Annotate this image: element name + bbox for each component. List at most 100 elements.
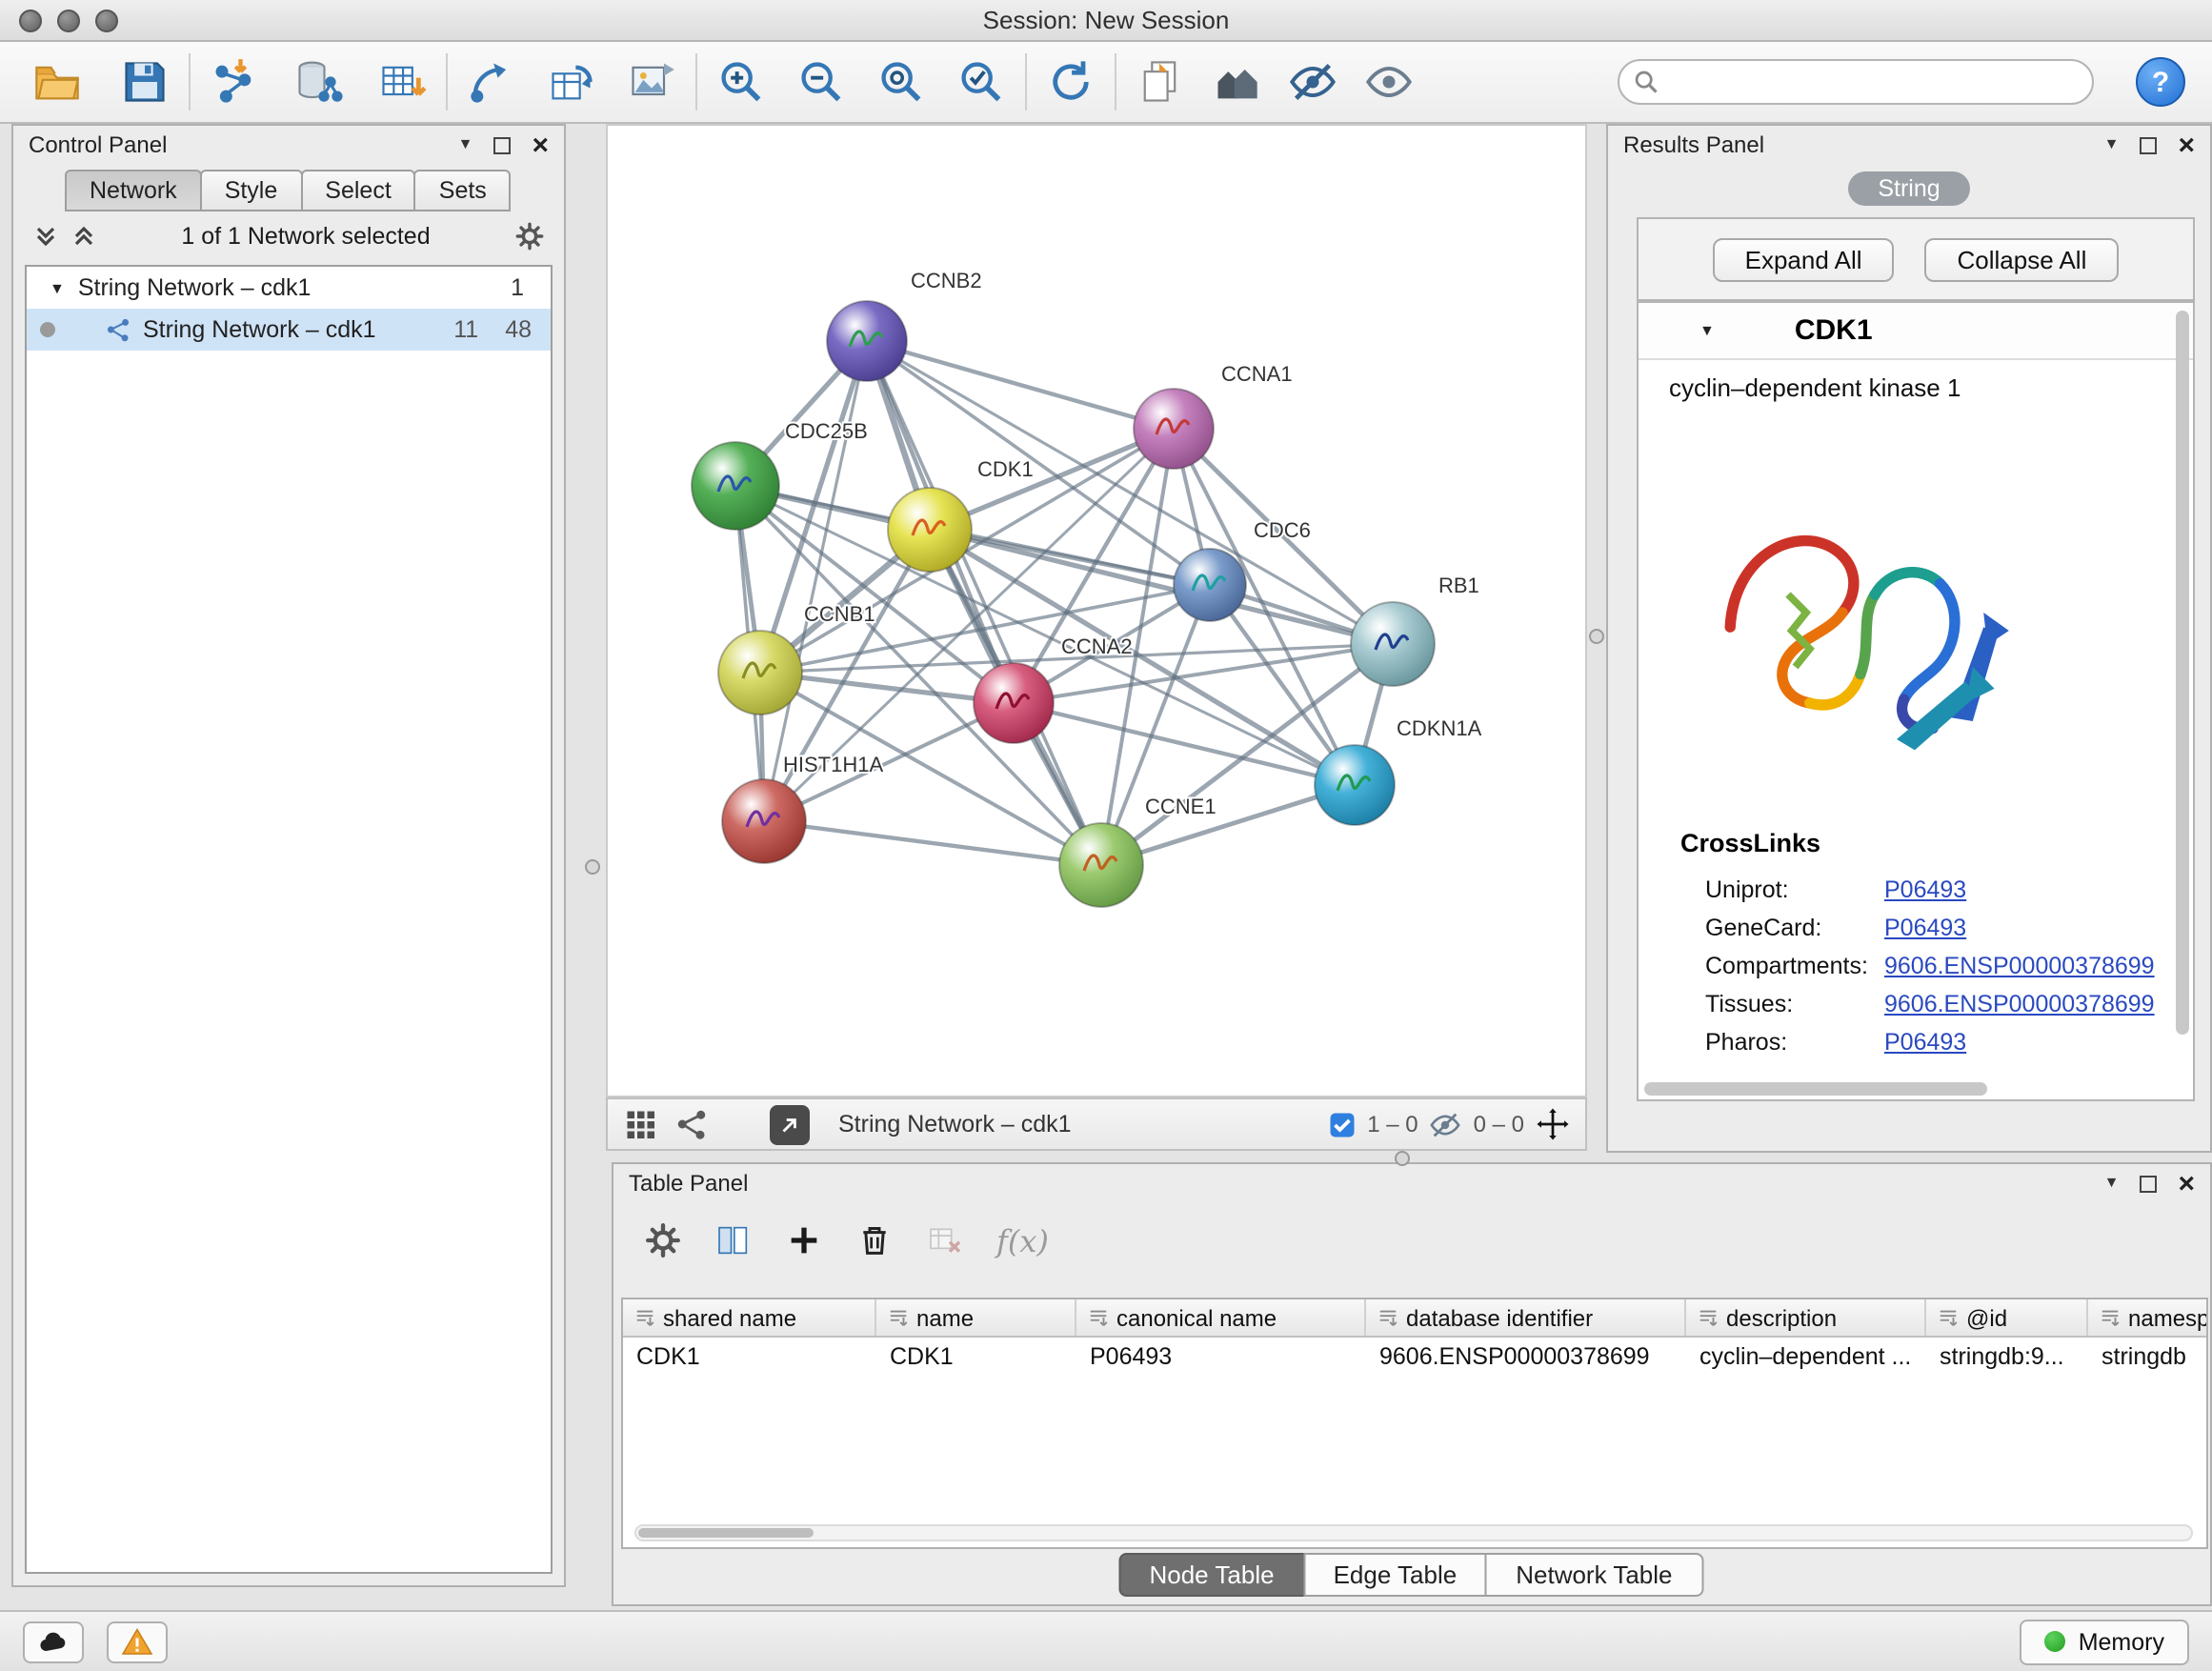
gene-header[interactable]: ▼ CDK1 (1639, 303, 2193, 360)
delete-icon[interactable] (855, 1221, 894, 1259)
add-column-icon[interactable] (714, 1221, 753, 1259)
expand-all-button[interactable]: Expand All (1713, 237, 1895, 281)
network-row-selected[interactable]: String Network – cdk1 11 48 (27, 309, 551, 351)
column-header-description[interactable]: description (1686, 1299, 1926, 1336)
crosslink-link[interactable]: 9606.ENSP00000378699 (1884, 953, 2155, 979)
import-network-file-icon[interactable] (204, 51, 265, 112)
network-graph[interactable]: CCNB2CCNA1CDC25BCDK1CDC6RB1CCNB1CCNA2CDK… (608, 126, 1585, 1096)
tab-style[interactable]: Style (200, 170, 303, 211)
tab-string[interactable]: String (1847, 171, 1970, 206)
network-node-CCNE1[interactable] (1059, 823, 1143, 907)
column-header-database-identifier[interactable]: database identifier (1366, 1299, 1686, 1336)
network-node-CDC25B[interactable] (692, 442, 779, 530)
network-node-CDKN1A[interactable] (1315, 745, 1395, 825)
network-edge-CCNE1-HIST1H1A[interactable] (764, 821, 1101, 865)
network-edge-CCNB2-CCNA1[interactable] (867, 341, 1174, 429)
table-row[interactable]: CDK1CDK1P064939606.ENSP00000378699cyclin… (623, 1338, 2206, 1374)
table-gear-icon[interactable] (644, 1221, 682, 1259)
column-header-name[interactable]: name (876, 1299, 1076, 1336)
vertical-scrollbar[interactable] (2176, 311, 2189, 1035)
zoom-in-icon[interactable] (711, 51, 772, 112)
copy-document-icon[interactable] (1130, 51, 1191, 112)
crosslink-link[interactable]: P06493 (1884, 876, 1966, 903)
help-button[interactable]: ? (2136, 57, 2185, 107)
tree-expand-icon[interactable]: ▼ (50, 279, 65, 296)
import-network-database-icon[interactable] (288, 51, 349, 112)
table-horizontal-scrollbar[interactable] (634, 1524, 2193, 1541)
network-share-icon[interactable] (674, 1107, 709, 1141)
control-panel: Control Panel ▼ × NetworkStyleSelectSets… (11, 124, 566, 1587)
tab-node-table[interactable]: Node Table (1118, 1553, 1304, 1597)
save-session-icon[interactable] (114, 51, 175, 112)
open-in-new-window-button[interactable] (770, 1104, 810, 1144)
left-splitter-handle[interactable] (585, 859, 600, 875)
bottom-splitter-handle[interactable] (1395, 1151, 1410, 1166)
network-from-selection-icon[interactable] (461, 51, 522, 112)
import-table-icon[interactable] (372, 51, 432, 112)
function-builder-button[interactable]: f(x) (996, 1222, 1049, 1258)
float-panel-icon[interactable] (493, 136, 511, 153)
open-session-icon[interactable] (27, 51, 88, 112)
panel-menu-icon[interactable]: ▼ (2104, 1176, 2120, 1191)
panel-menu-icon[interactable]: ▼ (458, 137, 473, 152)
column-header-shared-name[interactable]: shared name (623, 1299, 876, 1336)
collapse-entry-icon[interactable]: ▼ (1699, 322, 1715, 339)
close-panel-icon[interactable]: × (532, 131, 549, 159)
add-row-icon[interactable] (785, 1221, 823, 1259)
refresh-layout-icon[interactable] (1040, 51, 1101, 112)
hide-selected-icon[interactable] (1282, 51, 1343, 112)
search-input[interactable] (1618, 59, 2094, 105)
network-node-CCNA2[interactable] (974, 663, 1054, 743)
column-header-namespac[interactable]: namespac (2088, 1299, 2208, 1336)
crosslink-link[interactable]: 9606.ENSP00000378699 (1884, 991, 2155, 1017)
network-edge-CCNB2-CCNE1[interactable] (867, 341, 1101, 865)
network-collection-row[interactable]: ▼ String Network – cdk1 1 (27, 267, 551, 309)
tab-edge-table[interactable]: Edge Table (1303, 1553, 1488, 1597)
horizontal-scrollbar[interactable] (1644, 1082, 1987, 1096)
export-image-icon[interactable] (621, 51, 682, 112)
network-node-RB1[interactable] (1351, 602, 1435, 686)
network-node-CDC6[interactable] (1174, 549, 1246, 621)
gear-icon[interactable] (514, 221, 545, 252)
expand-all-icon[interactable] (70, 223, 97, 250)
network-node-CCNB1[interactable] (718, 631, 802, 715)
crosslink-link[interactable]: P06493 (1884, 915, 1966, 941)
right-splitter-handle[interactable] (1589, 629, 1604, 644)
network-node-HIST1H1A[interactable] (722, 779, 806, 863)
zoom-selected-icon[interactable] (951, 51, 1012, 112)
float-panel-icon[interactable] (2140, 136, 2157, 153)
grid-view-icon[interactable] (623, 1107, 657, 1141)
tab-sets[interactable]: Sets (414, 170, 512, 211)
zoom-out-icon[interactable] (791, 51, 852, 112)
network-canvas[interactable]: CCNB2CCNA1CDC25BCDK1CDC6RB1CCNB1CCNA2CDK… (606, 124, 1587, 1097)
column-header-canonical-name[interactable]: canonical name (1076, 1299, 1366, 1336)
float-panel-icon[interactable] (2140, 1175, 2157, 1192)
zoom-fit-icon[interactable] (871, 51, 932, 112)
collapse-all-button[interactable]: Collapse All (1925, 237, 2120, 281)
crosslink-link[interactable]: P06493 (1884, 1029, 1966, 1056)
memory-button[interactable]: Memory (2020, 1619, 2189, 1664)
column-header--id[interactable]: @id (1926, 1299, 2088, 1336)
network-edge-CCNB2-HIST1H1A[interactable] (764, 341, 867, 821)
close-window-button[interactable] (19, 9, 42, 31)
network-node-CDK1[interactable] (888, 488, 972, 572)
network-node-CCNA1[interactable] (1134, 389, 1214, 469)
move-crosshair-icon[interactable] (1536, 1107, 1570, 1141)
close-panel-icon[interactable]: × (2178, 131, 2195, 159)
network-node-CCNB2[interactable] (827, 301, 907, 381)
tab-network[interactable]: Network (65, 170, 202, 211)
show-all-networks-icon[interactable] (1206, 51, 1267, 112)
tab-select[interactable]: Select (300, 170, 416, 211)
minimize-window-button[interactable] (57, 9, 80, 31)
panel-menu-icon[interactable]: ▼ (2104, 137, 2120, 152)
close-panel-icon[interactable]: × (2178, 1169, 2195, 1198)
show-hidden-icon[interactable] (1358, 51, 1419, 112)
cloud-button[interactable] (23, 1621, 84, 1662)
tab-network-table[interactable]: Network Table (1485, 1553, 1702, 1597)
hidden-eye-icon[interactable] (1430, 1108, 1462, 1140)
collapse-all-icon[interactable] (32, 223, 59, 250)
warning-button[interactable] (107, 1621, 168, 1662)
selected-checkbox-icon[interactable] (1327, 1110, 1356, 1138)
export-table-icon[interactable] (541, 51, 602, 112)
maximize-window-button[interactable] (95, 9, 118, 31)
